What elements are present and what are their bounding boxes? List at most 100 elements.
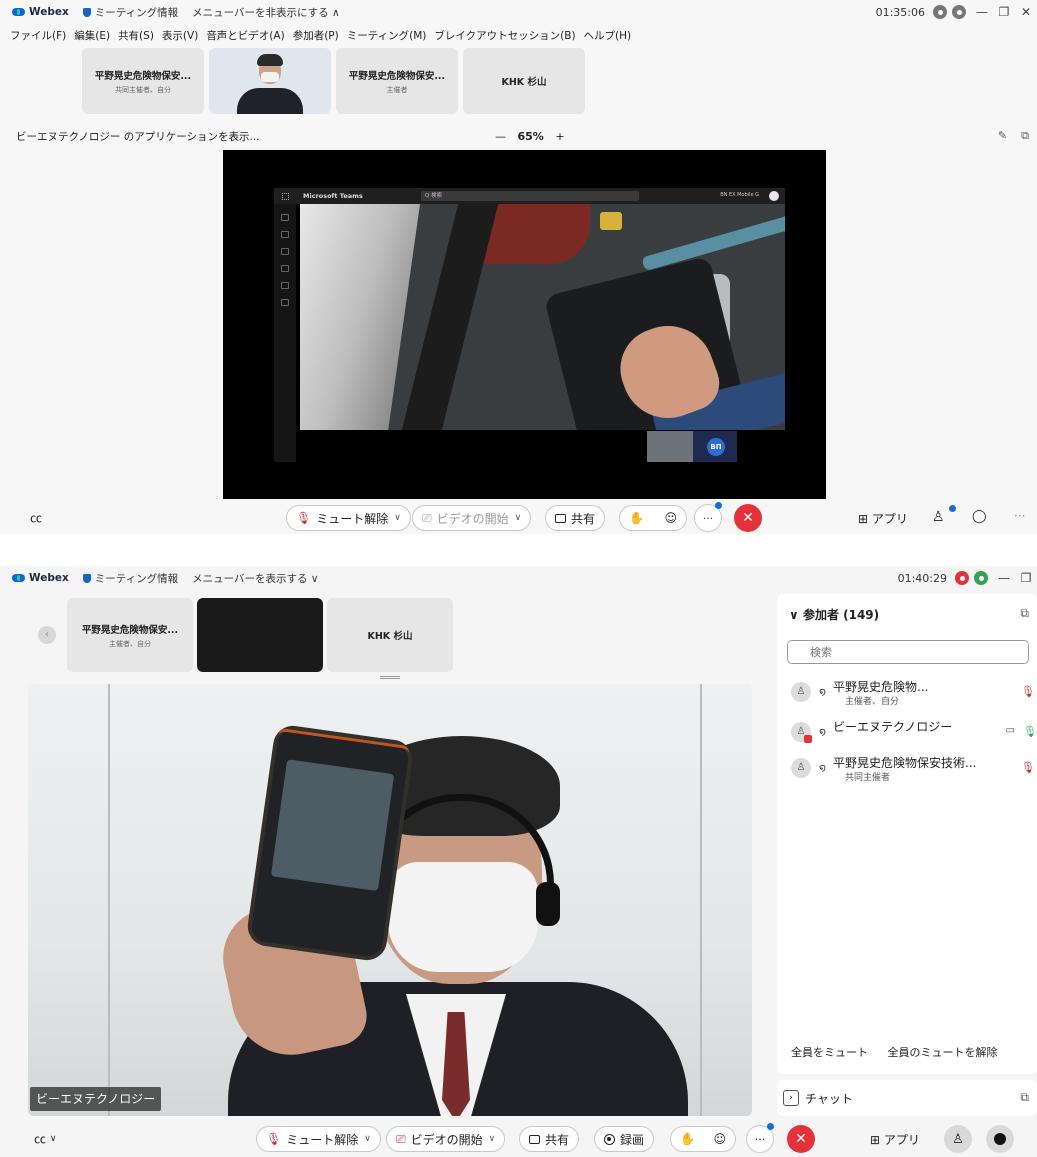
popout-icon[interactable]: ⧉: [1020, 606, 1029, 621]
recording-status-icon[interactable]: [955, 571, 969, 585]
resize-handle[interactable]: [380, 676, 400, 679]
mute-all-button[interactable]: 全員をミュート: [791, 1046, 868, 1059]
tile-role: 主催者: [386, 85, 408, 94]
end-call-button[interactable]: ✕: [734, 504, 762, 532]
chevron-right-icon: ›: [783, 1090, 799, 1106]
participant-role: 共同主催者: [845, 773, 891, 783]
unmute-label: ミュート解除: [286, 1132, 359, 1147]
zoom-out-button[interactable]: —: [495, 130, 506, 143]
menubar-toggle[interactable]: メニューバーを表示する ∨: [192, 571, 318, 586]
chat-panel-header[interactable]: › チャット ⧉: [777, 1080, 1037, 1116]
reactions-group: ✋ ☺: [670, 1126, 736, 1152]
network-status-icon[interactable]: [974, 571, 988, 585]
start-video-button[interactable]: ⎚ ビデオの開始 ∨: [412, 505, 532, 531]
activity-icon: [281, 214, 289, 221]
unmute-all-button[interactable]: 全員のミュートを解除: [888, 1046, 998, 1059]
tile-name: 平野晃史危険物保安...: [94, 70, 192, 82]
shared-screen[interactable]: Microsoft Teams Q 検索 BN EX Mobile G ВП: [223, 150, 826, 499]
minimize-icon[interactable]: —: [993, 571, 1015, 585]
emoji-icon[interactable]: ☺: [664, 511, 677, 525]
chevron-down-icon[interactable]: ∨: [515, 513, 522, 523]
unmute-button[interactable]: 🎙 ミュート解除 ∨: [256, 1126, 381, 1152]
menu-help[interactable]: ヘルプ(H): [584, 28, 632, 43]
chat-button[interactable]: ◯: [972, 509, 987, 524]
participant-name: 平野晃史危険物保安技術...: [833, 756, 977, 770]
close-icon[interactable]: ✕: [1015, 5, 1037, 19]
participants-header[interactable]: ∨ 参加者 (149): [789, 606, 879, 623]
start-video-label: ビデオの開始: [436, 511, 509, 526]
unmute-label: ミュート解除: [316, 511, 389, 526]
participants-button[interactable]: ♙: [944, 1125, 972, 1153]
menubar-toggle[interactable]: メニューバーを非表示にする ∧: [192, 5, 340, 20]
menu-share[interactable]: 共有(S): [118, 28, 154, 43]
unmute-button[interactable]: 🎙 ミュート解除 ∨: [286, 505, 411, 531]
participant-row[interactable]: ♙ ໑ ビーエヌテクノロジー ▭ 🎙: [789, 716, 1037, 752]
participant-row[interactable]: ♙ ໑ 平野晃史危険物... 主催者、自分 🎙: [789, 676, 1037, 712]
meeting-info-button[interactable]: ミーティング情報: [82, 571, 178, 586]
webex-logo-icon: [12, 574, 25, 582]
notification-badge: [949, 505, 956, 512]
camera-icon[interactable]: ▭: [1006, 725, 1015, 736]
apps-button[interactable]: ⊞ アプリ: [870, 1131, 920, 1148]
separator: [0, 534, 1037, 566]
menu-participants[interactable]: 参加者(P): [293, 28, 339, 43]
chevron-down-icon[interactable]: ∨: [489, 1134, 496, 1144]
active-speaker-video[interactable]: [28, 684, 752, 1116]
participant-tile[interactable]: KHK 杉山: [463, 48, 585, 114]
meeting-info-button[interactable]: ミーティング情報: [82, 5, 178, 20]
restore-icon[interactable]: ❐: [993, 5, 1015, 19]
menu-meeting[interactable]: ミーティング(M): [347, 28, 427, 43]
participant-tile[interactable]: 平野晃史危険物保安... 主催者、自分: [67, 598, 193, 672]
chevron-down-icon[interactable]: ∨: [394, 513, 401, 523]
mic-off-icon[interactable]: 🎙: [1021, 761, 1035, 774]
popout-icon[interactable]: ⧉: [1020, 1090, 1029, 1105]
participant-tile[interactable]: 平野晃史危険物保安... 主催者: [336, 48, 458, 114]
emoji-icon[interactable]: ☺: [713, 1132, 726, 1146]
overflow-button[interactable]: ···: [1014, 509, 1025, 523]
chat-button[interactable]: [986, 1125, 1014, 1153]
restore-icon[interactable]: ❐: [1015, 571, 1037, 585]
menu-audio-video[interactable]: 音声とビデオ(A): [206, 28, 284, 43]
share-icon: [555, 513, 566, 523]
raise-hand-icon[interactable]: ✋: [629, 511, 644, 525]
app-grid-icon: [282, 192, 289, 200]
minimize-icon[interactable]: —: [971, 5, 993, 19]
participant-row[interactable]: ♙ ໑ 平野晃史危険物保安技術... 共同主催者 🎙: [789, 752, 1037, 788]
share-button[interactable]: 共有: [545, 505, 606, 531]
participant-role: 主催者、自分: [845, 697, 900, 707]
share-button[interactable]: 共有: [519, 1126, 580, 1152]
share-label: 共有: [571, 511, 596, 526]
mic-off-icon[interactable]: 🎙: [1021, 685, 1035, 698]
mic-on-icon[interactable]: 🎙: [1023, 725, 1037, 738]
recording-status-icon[interactable]: [933, 5, 947, 19]
participant-tile[interactable]: 平野晃史危険物保安... 共同主催者、自分: [82, 48, 204, 114]
annotate-icon[interactable]: ✎: [998, 129, 1007, 142]
avatar: ♙: [791, 758, 811, 778]
participant-search-input[interactable]: [787, 640, 1029, 664]
video-person-mask: [261, 72, 279, 82]
menu-breakout[interactable]: ブレイクアウトセッション(B): [434, 28, 575, 43]
participant-video-tile[interactable]: [197, 598, 323, 672]
zoom-in-button[interactable]: +: [555, 130, 564, 143]
menu-edit[interactable]: 編集(E): [74, 28, 110, 43]
menu-view[interactable]: 表示(V): [162, 28, 198, 43]
share-source-label: ビーエヌテクノロジー のアプリケーションを表示...: [16, 130, 260, 143]
captions-button[interactable]: ㏄ ∨: [34, 1130, 56, 1147]
participant-video-tile[interactable]: [209, 48, 331, 114]
participants-button[interactable]: ♙: [932, 509, 945, 525]
record-button[interactable]: 録画: [594, 1126, 655, 1152]
raise-hand-icon[interactable]: ✋: [680, 1132, 695, 1146]
captions-icon[interactable]: ㏄: [30, 509, 42, 526]
start-video-button[interactable]: ⎚ ビデオの開始 ∨: [386, 1126, 506, 1152]
end-call-button[interactable]: ✕: [787, 1125, 815, 1153]
start-video-label: ビデオの開始: [410, 1132, 483, 1147]
participant-tile[interactable]: KHK 杉山: [327, 598, 453, 672]
notification-badge: [767, 1123, 774, 1130]
network-status-icon[interactable]: [952, 5, 966, 19]
previous-page-button[interactable]: ‹: [38, 626, 56, 644]
menu-file[interactable]: ファイル(F): [10, 28, 66, 43]
chevron-down-icon[interactable]: ∨: [364, 1134, 371, 1144]
apps-button[interactable]: ⊞ アプリ: [858, 510, 908, 527]
popout-icon[interactable]: ⧉: [1021, 129, 1029, 142]
company-logo-icon: ВП: [707, 438, 725, 456]
